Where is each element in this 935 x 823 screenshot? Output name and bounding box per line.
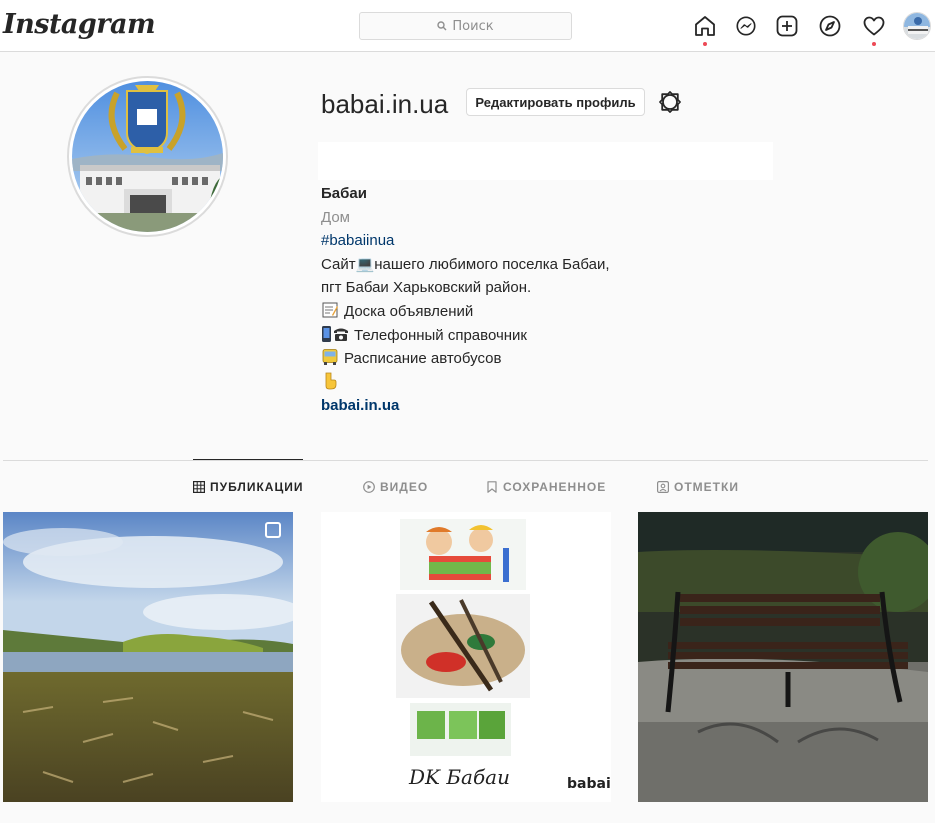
bio-line: пгт Бабаи Харьковский район.	[321, 279, 532, 297]
explore-compass-icon[interactable]	[817, 13, 843, 39]
memo-icon	[322, 302, 338, 318]
search-placeholder: Поиск	[452, 18, 494, 34]
bio-line: Сайт💻нашего любимого поселка Бабаи,	[321, 255, 610, 273]
tab-saved[interactable]: СОХРАНЕННОЕ	[486, 479, 606, 495]
new-post-icon[interactable]	[774, 13, 800, 39]
messenger-icon[interactable]	[733, 13, 759, 39]
bus-icon	[322, 349, 338, 366]
profile-photo[interactable]	[67, 76, 228, 237]
grid-icon	[193, 481, 205, 493]
profile-stats-area	[318, 142, 773, 180]
tab-tagged[interactable]: ОТМЕТКИ	[657, 479, 739, 495]
bio-line-text: Доска объявлений	[344, 302, 474, 320]
profile-photo-image	[72, 81, 223, 232]
tagged-person-icon	[657, 481, 669, 493]
post-thumbnail-lake[interactable]	[3, 512, 293, 802]
profile-full-name: Бабаи	[321, 185, 367, 202]
tab-label: ОТМЕТКИ	[674, 480, 739, 494]
bio-line-phone: Телефонный справочник	[321, 324, 741, 348]
search-icon	[437, 21, 447, 31]
profile-bio: Бабаи Дом #babaiinua Сайт💻нашего любимог…	[321, 182, 741, 418]
settings-gear-icon[interactable]	[657, 89, 683, 115]
post-watermark: babai.	[567, 776, 611, 792]
profile-category: Дом	[321, 208, 350, 226]
tab-label: ПУБЛИКАЦИИ	[210, 480, 304, 494]
active-tab-indicator	[193, 459, 303, 460]
profile-hashtag-link[interactable]: #babaiinua	[321, 229, 741, 253]
home-notification-dot	[703, 42, 707, 46]
tabs-divider	[3, 460, 928, 461]
top-navigation-bar: Instagram Поиск	[0, 0, 935, 52]
tab-video[interactable]: ВИДЕО	[363, 479, 428, 495]
activity-heart-icon[interactable]	[861, 13, 887, 39]
profile-username: babai.in.ua	[321, 89, 449, 119]
edit-profile-button[interactable]: Редактировать профиль	[466, 88, 645, 116]
video-icon	[363, 481, 375, 493]
bio-line-board: Доска объявлений	[321, 300, 741, 324]
profile-website-link[interactable]: babai.in.ua	[321, 394, 741, 418]
post-thumbnail-dk-babai[interactable]: DK Бабаи babai.	[321, 512, 611, 802]
tab-posts[interactable]: ПУБЛИКАЦИИ	[193, 479, 303, 495]
search-input[interactable]: Поиск	[359, 12, 572, 40]
dk-collage-image: DK Бабаи babai.	[321, 512, 611, 802]
bio-line-text: Расписание автобусов	[344, 350, 502, 368]
lake-photo	[3, 512, 293, 802]
tab-label: ВИДЕО	[380, 480, 429, 494]
tab-label: СОХРАНЕННОЕ	[503, 480, 607, 494]
post-caption: DK Бабаи	[408, 765, 510, 789]
profile-avatar[interactable]	[903, 12, 931, 40]
phone-icons	[322, 325, 348, 342]
activity-notification-dot	[872, 42, 876, 46]
bookmark-icon	[487, 481, 497, 493]
bio-line-pointing	[321, 371, 741, 395]
bio-line-bus: Расписание автобусов	[321, 347, 741, 371]
bio-line-text: Телефонный справочник	[354, 326, 527, 344]
bench-photo	[638, 512, 928, 802]
post-thumbnail-bench[interactable]	[638, 512, 928, 802]
pointing-down-hand-icon	[325, 372, 337, 390]
instagram-logo[interactable]: Instagram	[3, 9, 156, 40]
home-icon[interactable]	[692, 13, 718, 39]
